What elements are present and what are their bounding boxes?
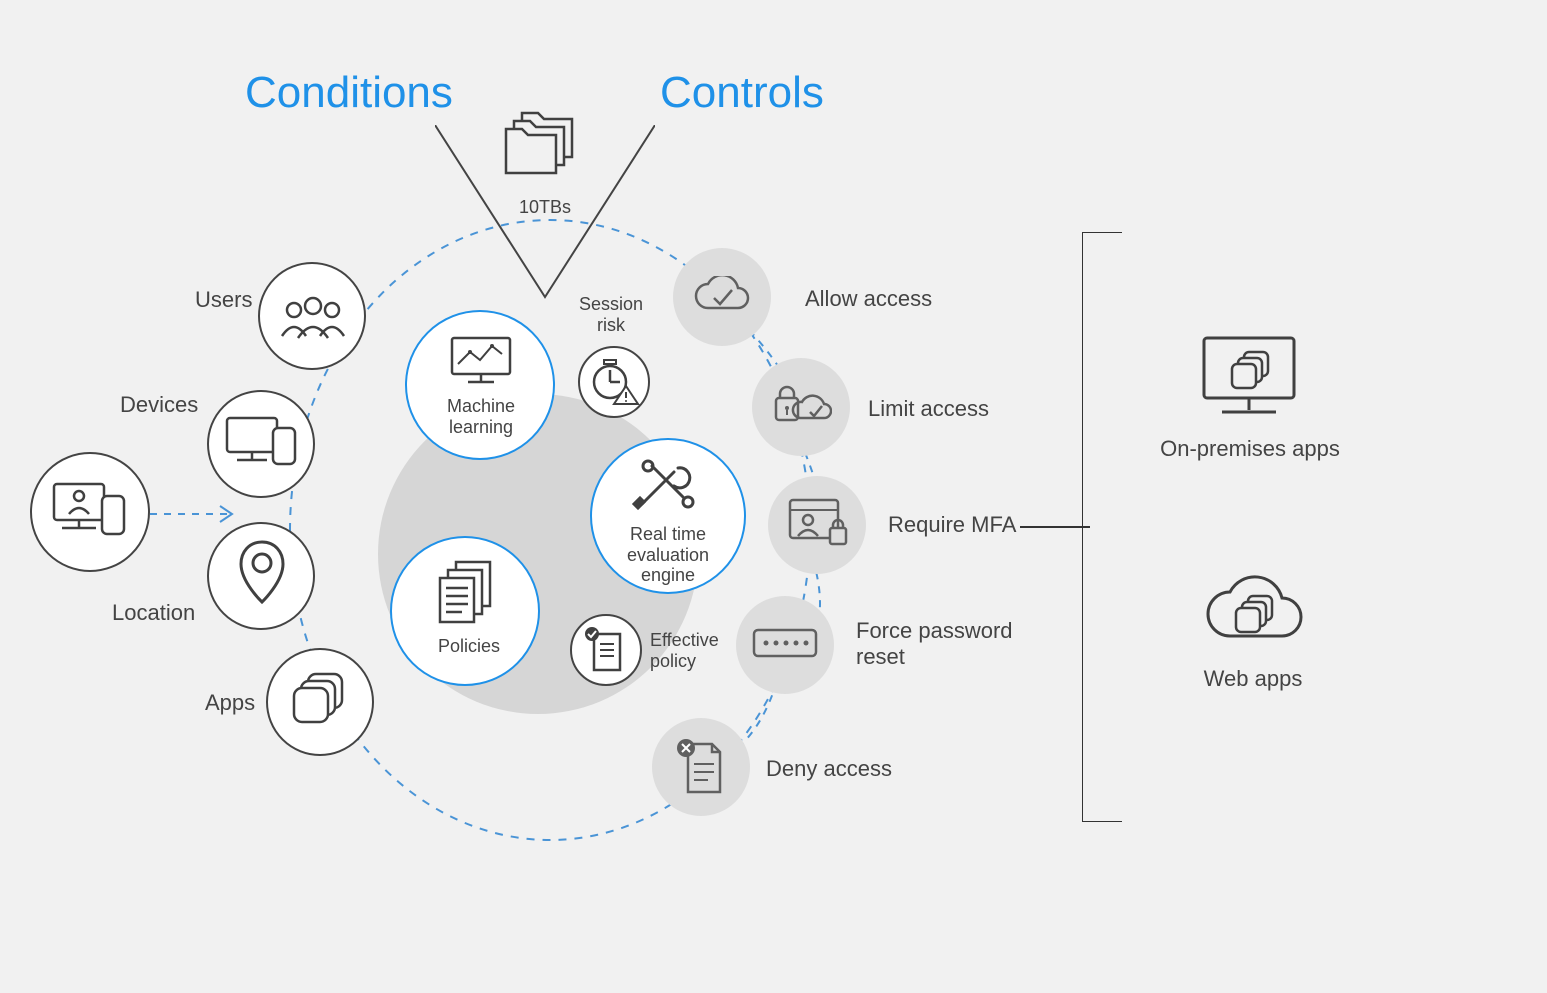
- label-mfa: Require MFA: [888, 512, 1016, 538]
- label-reset: Force password reset: [856, 618, 1026, 671]
- label-policies: Policies: [438, 636, 494, 657]
- apps-icon: [290, 670, 352, 732]
- heading-controls: Controls: [660, 68, 824, 118]
- users-icon: [278, 296, 348, 340]
- location-icon: [239, 540, 285, 606]
- ml-icon: [448, 334, 514, 386]
- label-devices: Devices: [120, 392, 198, 418]
- person-device-icon: [52, 478, 130, 538]
- browser-user-lock-icon: [786, 496, 850, 548]
- label-limit: Limit access: [868, 396, 989, 422]
- policies-icon: [432, 558, 498, 626]
- label-ml: Machine learning: [438, 396, 524, 437]
- label-deny: Deny access: [766, 756, 892, 782]
- output-bracket: [1082, 232, 1122, 822]
- stopwatch-warning-icon: [590, 356, 640, 406]
- onprem-icon: [1194, 330, 1304, 420]
- cloud-check-icon: [690, 276, 754, 316]
- label-allow: Allow access: [805, 286, 932, 312]
- label-users: Users: [195, 287, 252, 313]
- label-webapps: Web apps: [1198, 666, 1308, 692]
- label-apps: Apps: [205, 690, 255, 716]
- label-session-risk: Session risk: [571, 294, 651, 335]
- line-to-bracket: [1020, 525, 1090, 529]
- label-location: Location: [112, 600, 195, 626]
- lock-cloud-icon: [770, 382, 832, 428]
- doc-x-icon: [674, 736, 726, 796]
- checked-doc-icon: [584, 626, 626, 674]
- password-dots-icon: [752, 628, 818, 658]
- devices-icon: [225, 412, 299, 468]
- label-onprem: On-premises apps: [1160, 436, 1340, 462]
- dashed-arrow-to-conditions: [150, 502, 242, 526]
- webapps-icon: [1196, 566, 1306, 652]
- heading-conditions: Conditions: [245, 68, 453, 118]
